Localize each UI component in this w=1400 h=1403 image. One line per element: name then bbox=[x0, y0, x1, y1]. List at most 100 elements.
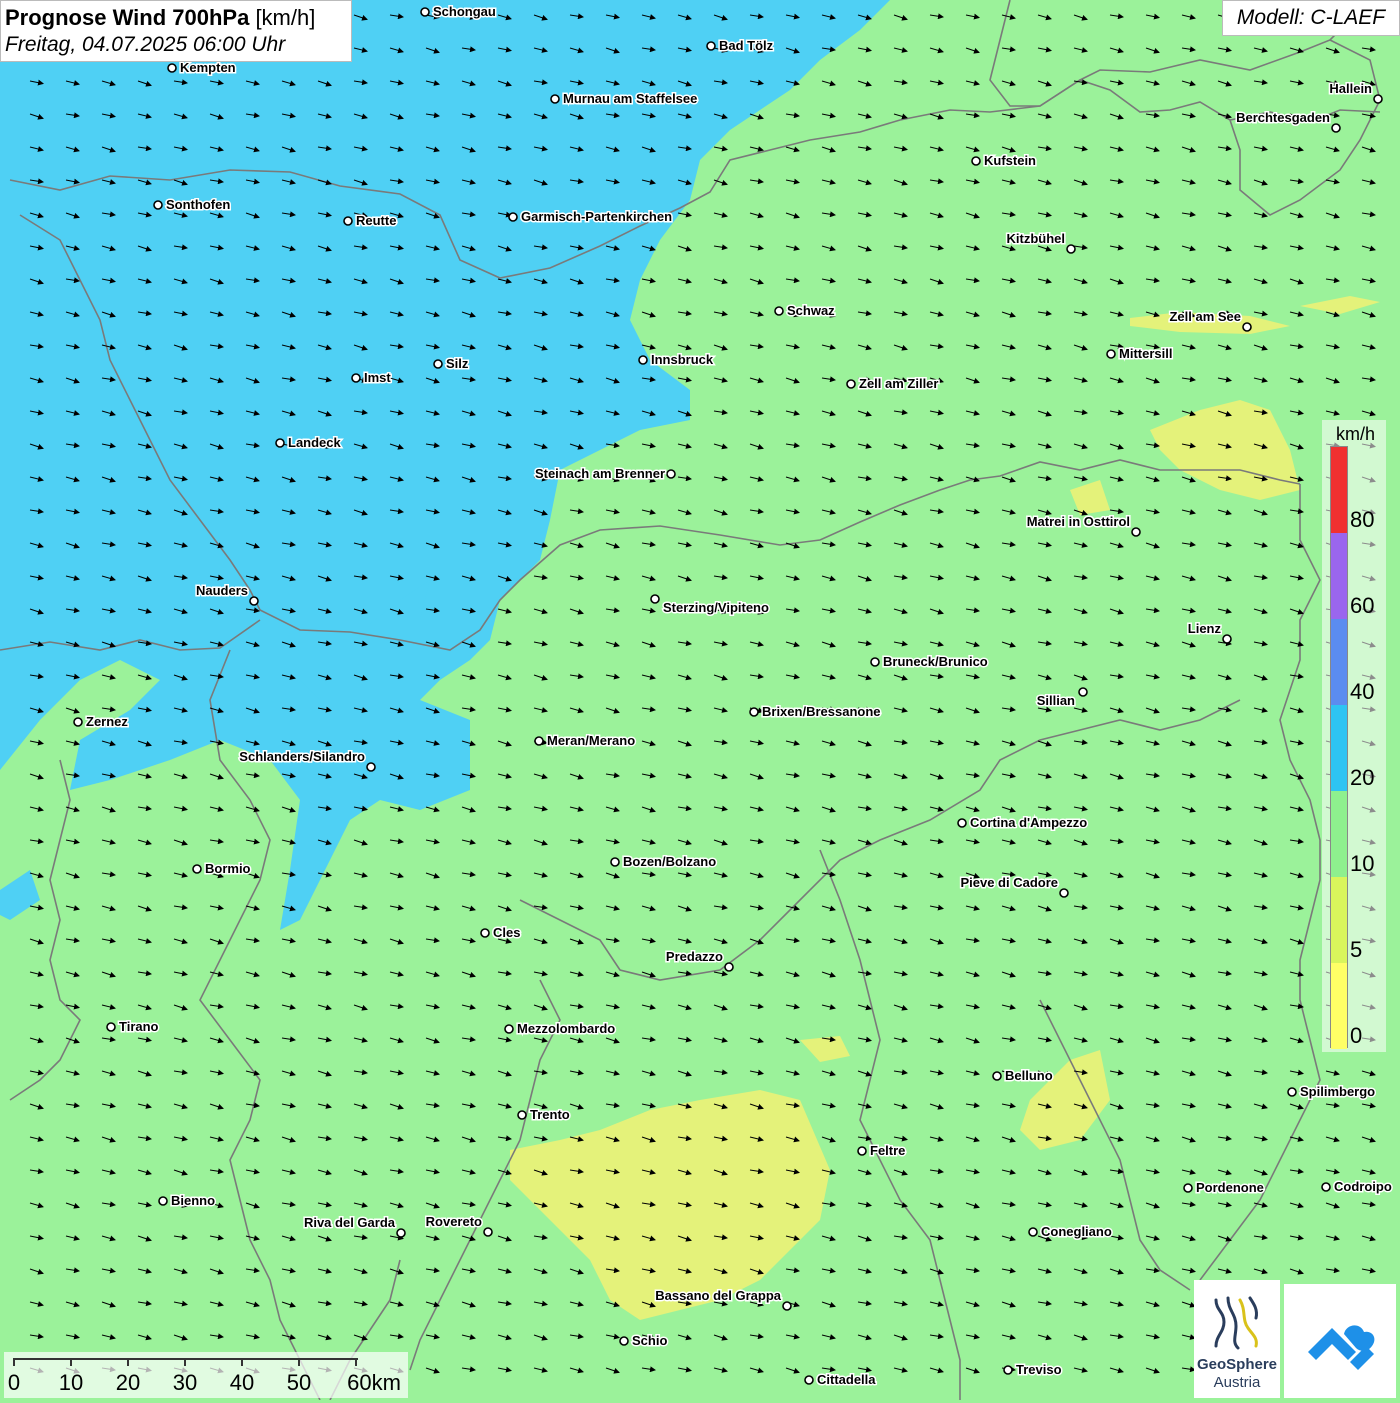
city: Innsbruck bbox=[638, 351, 715, 369]
city-label: Bormio bbox=[205, 861, 251, 876]
city-label: Bozen/Bolzano bbox=[623, 854, 716, 869]
city-label: Spilimbergo bbox=[1300, 1084, 1375, 1099]
city-marker bbox=[706, 41, 716, 51]
city: Mezzolombardo bbox=[504, 1020, 617, 1038]
city-label: Pordenone bbox=[1196, 1180, 1264, 1195]
city-marker bbox=[534, 736, 544, 746]
city-label: Predazzo bbox=[666, 949, 723, 964]
city-marker bbox=[1373, 94, 1383, 104]
city-label: Silz bbox=[446, 356, 469, 371]
city-marker bbox=[480, 928, 490, 938]
legend-tick-label: 80 bbox=[1350, 507, 1375, 532]
city-marker bbox=[749, 707, 759, 717]
scale-label: 20 bbox=[115, 1370, 141, 1395]
city-marker bbox=[433, 359, 443, 369]
cloud-mountain-logo-icon bbox=[1308, 1325, 1375, 1370]
legend-color-bar bbox=[1330, 446, 1348, 1049]
city-marker bbox=[1059, 888, 1069, 898]
city-label: Conegliano bbox=[1041, 1224, 1112, 1239]
city-marker bbox=[870, 657, 880, 667]
scale-label: 60km bbox=[347, 1370, 401, 1395]
city-marker bbox=[804, 1375, 814, 1385]
city-label: Trento bbox=[530, 1107, 570, 1122]
city-label: Tirano bbox=[119, 1019, 159, 1034]
city-marker bbox=[619, 1336, 629, 1346]
city-label: Pieve di Cadore bbox=[960, 875, 1058, 890]
geosphere-logo-line1: GeoSphere bbox=[1196, 1356, 1278, 1373]
scale-label: 10 bbox=[58, 1370, 84, 1395]
city-marker bbox=[1321, 1182, 1331, 1192]
city-label: Berchtesgaden bbox=[1236, 110, 1330, 125]
city-marker bbox=[192, 864, 202, 874]
city-label: Codroipo bbox=[1334, 1179, 1392, 1194]
city: Murnau am Staffelsee bbox=[550, 90, 699, 108]
city-marker bbox=[666, 469, 676, 479]
scale-label: 0 bbox=[7, 1370, 21, 1395]
city-label: Feltre bbox=[870, 1143, 905, 1158]
city-marker bbox=[167, 63, 177, 73]
scale-tick bbox=[298, 1358, 300, 1366]
title-unit: [km/h] bbox=[255, 5, 316, 30]
city: Pordenone bbox=[1183, 1179, 1265, 1197]
city-label: Cles bbox=[493, 925, 520, 940]
city-label: Belluno bbox=[1005, 1068, 1053, 1083]
geosphere-logo[interactable]: GeoSphere Austria bbox=[1194, 1280, 1280, 1398]
city-label: Riva del Garda bbox=[304, 1215, 396, 1230]
map-title-box: Prognose Wind 700hPa [km/h] Freitag, 04.… bbox=[0, 0, 352, 62]
city-marker bbox=[1331, 123, 1341, 133]
city-marker bbox=[158, 1196, 168, 1206]
legend-color-segment bbox=[1331, 619, 1347, 705]
city-marker bbox=[249, 596, 259, 606]
legend-color-segment bbox=[1331, 533, 1347, 619]
city-marker bbox=[610, 857, 620, 867]
legend-tick-label: 10 bbox=[1350, 851, 1375, 876]
city-marker bbox=[504, 1024, 514, 1034]
city-label: Murnau am Staffelsee bbox=[563, 91, 697, 106]
city: Bozen/Bolzano bbox=[610, 853, 718, 871]
city-label: Rovereto bbox=[426, 1214, 482, 1229]
city: Conegliano bbox=[1028, 1223, 1113, 1241]
city-marker bbox=[1131, 527, 1141, 537]
city-label: Kitzbühel bbox=[1007, 231, 1066, 246]
city-label: Lienz bbox=[1188, 621, 1222, 636]
city-marker bbox=[857, 1146, 867, 1156]
city-marker bbox=[1242, 322, 1252, 332]
city-label: Bienno bbox=[171, 1193, 215, 1208]
city: Meran/Merano bbox=[534, 732, 637, 750]
partner-logo[interactable] bbox=[1284, 1284, 1396, 1398]
city-label: Hallein bbox=[1329, 81, 1372, 96]
city-label: Sterzing/Vipiteno bbox=[663, 600, 769, 615]
legend-tick-label: 5 bbox=[1350, 937, 1363, 962]
city-label: Bassano del Grappa bbox=[655, 1288, 781, 1303]
scale-tick bbox=[13, 1358, 15, 1366]
scale-label: 40 bbox=[229, 1370, 255, 1395]
city-marker bbox=[650, 594, 660, 604]
city-marker bbox=[396, 1228, 406, 1238]
city-label: Schongau bbox=[433, 4, 496, 19]
legend-color-segment bbox=[1331, 705, 1347, 791]
city-label: Zell am Ziller bbox=[859, 376, 938, 391]
geosphere-logo-line2: Austria bbox=[1213, 1374, 1261, 1391]
legend-color-segment bbox=[1331, 963, 1347, 1049]
scale-label: 50 bbox=[286, 1370, 312, 1395]
city-marker bbox=[992, 1071, 1002, 1081]
scale-bar: 0 10 20 30 40 50 60km bbox=[4, 1352, 408, 1398]
city-marker bbox=[957, 818, 967, 828]
city-label: Matrei in Osttirol bbox=[1027, 514, 1130, 529]
city-label: Garmisch-Partenkirchen bbox=[521, 209, 672, 224]
scale-line bbox=[14, 1358, 358, 1360]
city-label: Treviso bbox=[1016, 1362, 1062, 1377]
city-marker bbox=[724, 962, 734, 972]
city-marker bbox=[1003, 1365, 1013, 1375]
city-marker bbox=[517, 1110, 527, 1120]
city-label: Steinach am Brenner bbox=[535, 466, 665, 481]
model-label: Modell: C-LAEF bbox=[1222, 0, 1400, 36]
city-marker bbox=[508, 212, 518, 222]
city-marker bbox=[774, 306, 784, 316]
city-label: Bruneck/Brunico bbox=[883, 654, 988, 669]
city-marker bbox=[638, 355, 648, 365]
legend-tick-label: 40 bbox=[1350, 679, 1375, 704]
city: Steinach am Brenner bbox=[533, 465, 676, 483]
city-marker bbox=[343, 216, 353, 226]
legend-color-segment bbox=[1331, 791, 1347, 877]
